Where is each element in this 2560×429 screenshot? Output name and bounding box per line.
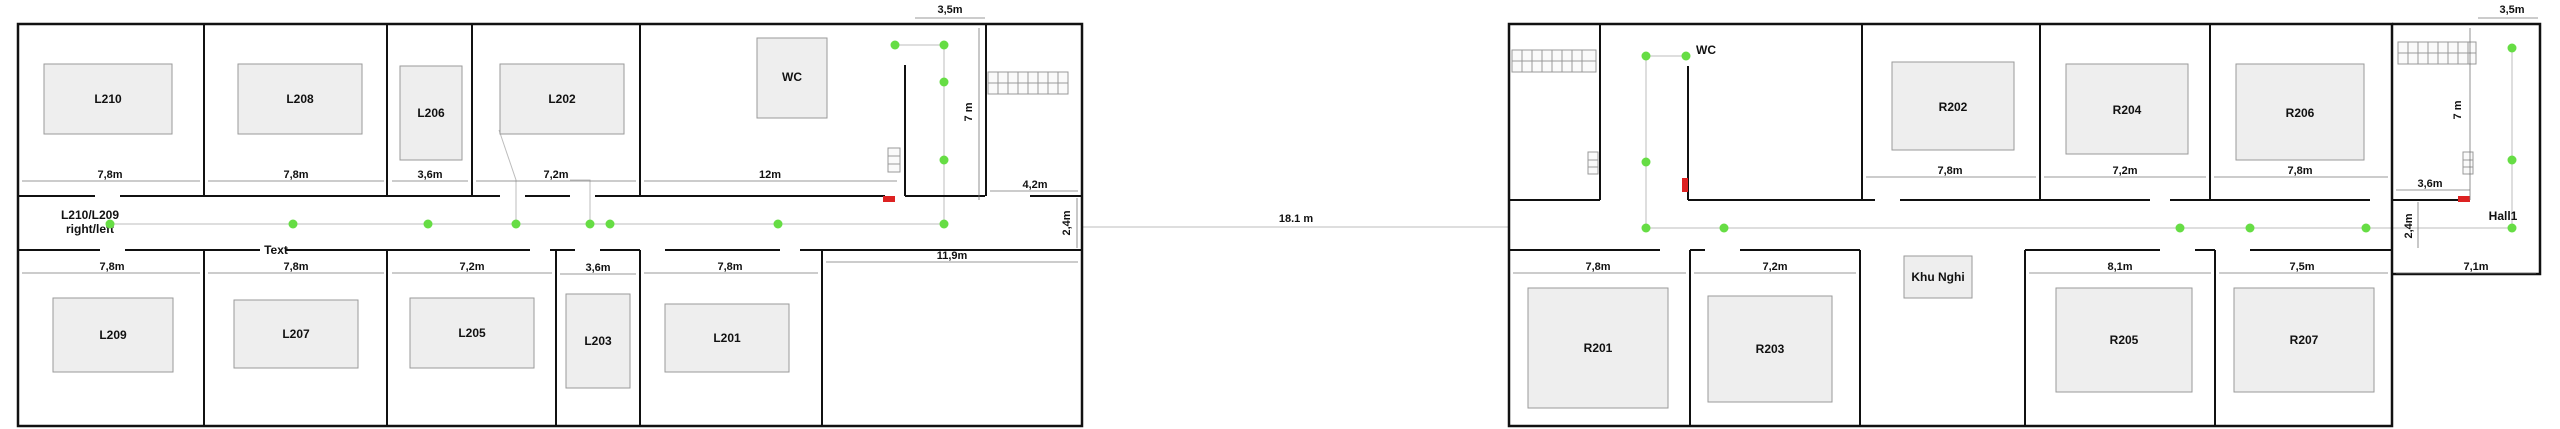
dim-stair-height: 7 m — [963, 102, 975, 121]
dim-corridor: 2,4m — [2403, 213, 2415, 238]
node — [1681, 51, 1691, 61]
dim-stair-width: 3,5m — [937, 4, 962, 16]
node — [423, 219, 433, 229]
door-marker — [2458, 196, 2470, 202]
room-label-r207: R207 — [2290, 333, 2319, 347]
node — [773, 219, 783, 229]
node — [939, 219, 949, 229]
dim-stair-width: 3,5m — [2499, 4, 2524, 16]
node — [2361, 223, 2371, 233]
dim-bottom-right: 11,9m — [937, 250, 968, 262]
room-label-l209: L209 — [99, 328, 127, 342]
left-stairs — [887, 71, 1069, 173]
room-label-r204: R204 — [2113, 103, 2142, 117]
node — [1641, 157, 1651, 167]
dim-bottom-right: 7,1m — [2463, 261, 2488, 273]
node — [939, 77, 949, 87]
room-label-l205: L205 — [458, 326, 486, 340]
room-label-r205: R205 — [2110, 333, 2139, 347]
node — [890, 40, 900, 50]
dim-top-l210: 7,8m — [97, 169, 122, 181]
room-label-r202: R202 — [1939, 100, 1968, 114]
dim-top-l208: 7,8m — [283, 169, 308, 181]
node — [2507, 43, 2517, 53]
dim-bottom-r207: 7,5m — [2289, 261, 2314, 273]
dim-bottom-l209: 7,8m — [99, 261, 124, 273]
dim-top-l206: 3,6m — [417, 169, 442, 181]
left-building: L210 L208 L206 L202 WC L209 L207 L205 L2… — [16, 4, 1084, 428]
room-label-l207: L207 — [282, 327, 310, 341]
dim-top-l202: 7,2m — [543, 169, 568, 181]
dim-bottom-l201: 7,8m — [717, 261, 742, 273]
room-label-r206: R206 — [2286, 106, 2315, 120]
right-building: WC R202 R204 R206 Khu Nghi R201 R203 R20… — [1507, 4, 2542, 428]
dim-corridor: 2,4m — [1061, 210, 1073, 235]
room-label-r201: R201 — [1584, 341, 1613, 355]
dim-bottom-r205: 8,1m — [2107, 261, 2132, 273]
connector-label: 18.1 m — [1279, 213, 1313, 225]
dim-bottom-l205: 7,2m — [459, 261, 484, 273]
dim-stair-height: 7 m — [2452, 100, 2464, 119]
floor-plan: 18.1 m L210 L208 L206 L202 WC L209 L207 … — [16, 4, 2542, 428]
dim-bottom-r201: 7,8m — [1585, 261, 1610, 273]
dim-top-r206: 7,8m — [2287, 165, 2312, 177]
room-label-wc: WC — [1696, 43, 1716, 57]
dim-top-right: 3,6m — [2417, 178, 2442, 190]
room-label-l208: L208 — [286, 92, 314, 106]
hall-label: Hall1 — [2489, 209, 2518, 223]
node — [511, 219, 521, 229]
node — [605, 219, 615, 229]
node — [2245, 223, 2255, 233]
node — [1641, 51, 1651, 61]
node — [939, 155, 949, 165]
node — [1641, 223, 1651, 233]
room-label-l201: L201 — [713, 331, 741, 345]
room-label-r203: R203 — [1756, 342, 1785, 356]
dim-bottom-l207: 7,8m — [283, 261, 308, 273]
door-marker — [883, 196, 895, 202]
node — [2507, 155, 2517, 165]
dim-bottom-l203: 3,6m — [585, 262, 610, 274]
dim-bottom-r203: 7,2m — [1762, 261, 1787, 273]
room-label-l210: L210 — [94, 92, 122, 106]
left-room-boxes — [43, 37, 828, 389]
node — [939, 40, 949, 50]
room-label-khu-nghi: Khu Nghi — [1911, 270, 1964, 284]
door-marker — [1682, 178, 1688, 192]
room-label-l203: L203 — [584, 334, 612, 348]
room-label-wc: WC — [782, 70, 802, 84]
node — [1719, 223, 1729, 233]
dim-top-wc: 12m — [759, 169, 781, 181]
node — [2507, 223, 2517, 233]
room-label-l202: L202 — [548, 92, 576, 106]
node — [288, 219, 298, 229]
left-dimension-lines — [22, 17, 1078, 275]
dim-top-right: 4,2m — [1022, 179, 1047, 191]
dim-top-r204: 7,2m — [2112, 165, 2137, 177]
room-label-l206: L206 — [417, 106, 445, 120]
text-label: Text — [264, 243, 288, 257]
node — [585, 219, 595, 229]
node — [105, 219, 115, 229]
dim-top-r202: 7,8m — [1937, 165, 1962, 177]
node — [2175, 223, 2185, 233]
